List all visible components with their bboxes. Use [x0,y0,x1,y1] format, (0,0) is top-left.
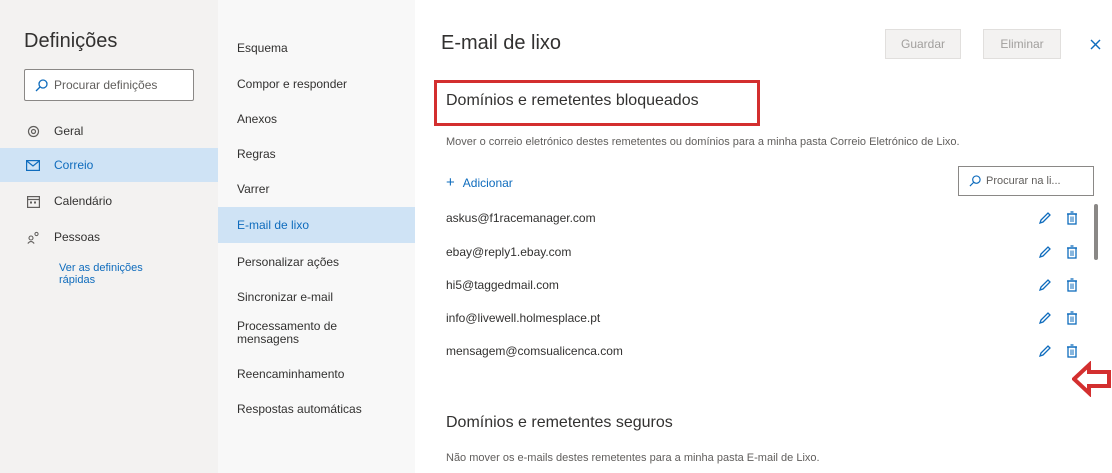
people-icon [26,230,40,244]
submenu-item-processamento[interactable]: Processamento de mensagens [218,318,368,348]
nav-item-correio[interactable]: Correio [0,148,218,182]
junk-email-settings-pane: E-mail de lixo Guardar Eliminar Domínios… [415,0,1112,473]
list-item: info@livewell.holmesplace.pt [446,302,1086,334]
nav-item-label: Pessoas [54,230,101,244]
blocked-section-title: Domínios e remetentes bloqueados [446,92,699,109]
safe-section-description: Não mover os e-mails destes remetentes p… [446,452,820,464]
delete-trash-icon[interactable] [1066,245,1078,259]
list-search-placeholder: Procurar na li... [986,175,1061,187]
mail-settings-submenu: Esquema Compor e responder Anexos Regras… [218,0,415,473]
submenu-item-sincronizar[interactable]: Sincronizar e-mail [218,287,415,307]
save-button[interactable]: Guardar [885,29,961,59]
submenu-item-respostas[interactable]: Respostas automáticas [218,399,415,419]
safe-section-title: Domínios e remetentes seguros [446,414,673,431]
delete-trash-icon[interactable] [1066,211,1078,225]
delete-trash-icon[interactable] [1066,344,1078,358]
edit-pencil-icon[interactable] [1038,278,1052,292]
gear-icon [26,124,40,138]
submenu-item-reencaminhamento[interactable]: Reencaminhamento [218,364,415,384]
submenu-item-email-lixo[interactable]: E-mail de lixo [218,207,415,243]
delete-button[interactable]: Eliminar [983,29,1061,59]
blocked-list-search-input[interactable]: Procurar na li... [958,166,1094,196]
add-label: Adicionar [462,175,513,190]
blocked-sender-address: askus@f1racemanager.com [446,211,596,225]
blocked-section-description: Mover o correio eletrónico destes remete… [446,136,960,148]
close-button[interactable] [1085,34,1105,54]
blocked-sender-address: info@livewell.holmesplace.pt [446,311,601,325]
mail-icon [26,158,40,172]
list-item: hi5@taggedmail.com [446,269,1086,301]
edit-pencil-icon[interactable] [1038,344,1052,358]
list-scrollbar[interactable] [1094,204,1098,260]
quick-settings-link[interactable]: Ver as definições rápidas [59,262,169,286]
submenu-item-varrer[interactable]: Varrer [218,179,415,199]
nav-item-geral[interactable]: Geral [0,114,218,148]
list-item: mensagem@comsualicenca.com [446,335,1086,367]
settings-title: Definições [24,30,118,52]
plus-icon: + [446,174,455,191]
add-blocked-sender-button[interactable]: + Adicionar [446,174,513,191]
settings-search-placeholder: Procurar definições [54,78,158,92]
edit-pencil-icon[interactable] [1038,211,1052,225]
list-item: askus@f1racemanager.com [446,202,1086,234]
edit-pencil-icon[interactable] [1038,311,1052,325]
edit-pencil-icon[interactable] [1038,245,1052,259]
blocked-sender-address: mensagem@comsualicenca.com [446,344,623,358]
annotation-arrow-icon [1072,361,1111,397]
nav-item-label: Geral [54,124,84,138]
submenu-item-regras[interactable]: Regras [218,144,415,164]
search-icon [969,175,981,187]
blocked-sender-address: ebay@reply1.ebay.com [446,245,572,259]
delete-trash-icon[interactable] [1066,278,1078,292]
submenu-item-personalizar[interactable]: Personalizar ações [218,252,415,272]
calendar-icon [26,194,40,208]
submenu-item-compor[interactable]: Compor e responder [218,74,415,94]
nav-item-calendario[interactable]: Calendário [0,184,218,218]
list-item: ebay@reply1.ebay.com [446,236,1086,268]
search-icon [35,78,48,91]
submenu-item-anexos[interactable]: Anexos [218,109,415,129]
delete-trash-icon[interactable] [1066,311,1078,325]
submenu-item-esquema[interactable]: Esquema [218,38,415,58]
nav-item-label: Calendário [54,194,113,208]
settings-nav-pane: Definições Procurar definições Geral Cor… [0,0,218,473]
settings-search-input[interactable]: Procurar definições [24,69,194,101]
nav-item-label: Correio [54,158,94,172]
page-title: E-mail de lixo [441,32,562,54]
nav-item-pessoas[interactable]: Pessoas [0,220,218,254]
blocked-sender-address: hi5@taggedmail.com [446,278,559,292]
close-icon [1090,39,1100,49]
